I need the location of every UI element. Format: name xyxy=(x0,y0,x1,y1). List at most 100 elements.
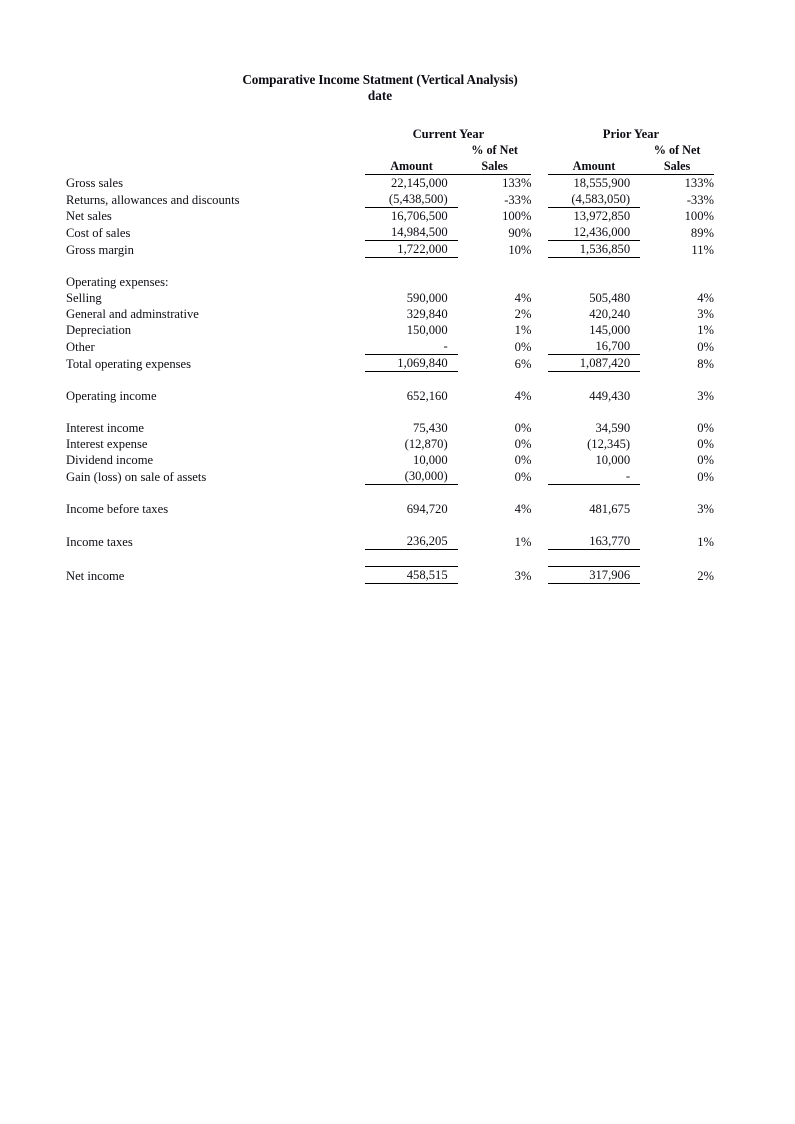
row-label: Operating expenses: xyxy=(66,275,169,289)
prior-year-percent xyxy=(640,274,714,290)
table-row: Interest income 75,430 0% 34,590 0% xyxy=(66,420,714,436)
row-label: Net sales xyxy=(66,209,112,223)
subheader-row-line2: Amount Sales Amount Sales xyxy=(66,158,714,175)
table-row: Gross margin 1,722,000 10% 1,536,850 11% xyxy=(66,240,714,258)
table-row: Gain (loss) on sale of assets (30,000) 0% -… xyxy=(66,468,714,485)
prior-year-amount: 420,240 xyxy=(589,307,631,321)
prior-year-percent: 3% xyxy=(697,389,714,403)
spacer-cell xyxy=(66,485,714,502)
subheader-amount-spacer-prior xyxy=(548,142,640,158)
table-row: Gross sales 22,145,000 133% 18,555,900 133% xyxy=(66,175,714,192)
income-statement-table: Current Year Prior Year % of Net % of Ne… xyxy=(66,122,714,584)
table-row: Selling 590,000 4% 505,480 4% xyxy=(66,290,714,306)
prior-year-amount: 481,675 xyxy=(589,502,631,516)
table-row: Other - 0% 16,700 0% xyxy=(66,338,714,355)
table-row: Depreciation 150,000 1% 145,000 1% xyxy=(66,322,714,338)
subheader-pct-line2-current: Sales xyxy=(457,158,532,175)
current-year-amount: 150,000 xyxy=(406,323,448,337)
row-label: Gross margin xyxy=(66,242,134,257)
column-gap xyxy=(531,322,547,338)
row-label: Depreciation xyxy=(66,323,132,337)
prior-year-amount: 34,590 xyxy=(595,421,631,435)
prior-year-percent: 0% xyxy=(697,421,714,435)
column-gap xyxy=(531,208,547,225)
title-block: Comparative Income Statment (Vertical An… xyxy=(0,72,760,104)
prior-year-percent: 8% xyxy=(697,356,714,371)
prior-year-amount: 163,770 xyxy=(547,533,641,550)
current-year-percent: 2% xyxy=(514,307,532,321)
prior-year-amount: - xyxy=(547,468,641,485)
current-year-amount: 329,840 xyxy=(406,307,448,321)
current-year-percent: -33% xyxy=(504,192,532,207)
table-row: Operating expenses: xyxy=(66,274,714,290)
spacer-row xyxy=(66,372,714,389)
prior-year-percent: 11% xyxy=(691,242,714,257)
subheader-amount-spacer-current xyxy=(365,142,457,158)
subheader-blank-2 xyxy=(66,158,365,175)
prior-year-percent: 3% xyxy=(697,502,714,516)
prior-year-amount: 18,555,900 xyxy=(573,176,631,190)
prior-year-percent: 0% xyxy=(697,469,714,484)
prior-year-percent: 0% xyxy=(697,453,714,467)
current-year-percent: 100% xyxy=(502,209,532,223)
spacer-cell xyxy=(66,404,714,420)
prior-year-percent: -33% xyxy=(686,192,714,207)
current-year-amount: (12,870) xyxy=(404,437,448,451)
subheader-pct-line1-current: % of Net xyxy=(471,143,518,157)
column-gap xyxy=(531,468,547,485)
group-header-row: Current Year Prior Year xyxy=(66,122,714,142)
group-header-current-year: Current Year xyxy=(412,127,485,141)
prior-year-percent: 4% xyxy=(697,291,714,305)
column-gap xyxy=(531,355,547,372)
prior-year-percent: 1% xyxy=(697,323,714,337)
prior-year-amount: 1,536,850 xyxy=(547,240,641,258)
current-year-amount: 694,720 xyxy=(406,502,448,516)
row-label: Income taxes xyxy=(66,534,133,549)
subheader-blank-1 xyxy=(66,142,365,158)
table-row: Operating income 652,160 4% 449,430 3% xyxy=(66,388,714,404)
group-header-prior-year: Prior Year xyxy=(602,127,660,141)
prior-year-amount: (12,345) xyxy=(587,437,631,451)
spacer-cell xyxy=(66,258,714,275)
current-year-amount: 1,722,000 xyxy=(365,240,458,258)
subheader-gap-1 xyxy=(531,142,547,158)
current-year-amount: (5,438,500) xyxy=(365,191,458,208)
table-row: Cost of sales 14,984,500 90% 12,436,000 89% xyxy=(66,224,714,241)
current-year-amount: 75,430 xyxy=(413,421,448,435)
prior-year-amount: 1,087,420 xyxy=(547,354,641,372)
prior-year-amount: 12,436,000 xyxy=(547,224,641,241)
row-label: Total operating expenses xyxy=(66,356,192,371)
table-row: Net sales 16,706,500 100% 13,972,850 100% xyxy=(66,208,714,225)
current-year-percent: 90% xyxy=(508,225,532,240)
column-gap xyxy=(531,241,547,258)
prior-year-amount: (4,583,050) xyxy=(547,191,641,208)
current-year-percent: 1% xyxy=(514,323,532,337)
column-gap xyxy=(531,452,547,468)
spacer-row xyxy=(66,550,714,567)
current-year-amount: (30,000) xyxy=(365,468,458,485)
prior-year-amount: 13,972,850 xyxy=(573,209,631,223)
column-gap xyxy=(531,436,547,452)
current-year-percent: 4% xyxy=(514,389,532,403)
group-header-blank xyxy=(66,122,365,142)
current-year-amount: 652,160 xyxy=(406,389,448,403)
table-row: Interest expense (12,870) 0% (12,345) 0% xyxy=(66,436,714,452)
column-gap xyxy=(531,175,547,192)
current-year-amount: 458,515 xyxy=(365,566,458,584)
subheader-amount-prior: Amount xyxy=(547,158,641,175)
column-gap xyxy=(531,224,547,241)
row-label: General and adminstrative xyxy=(66,307,199,321)
current-year-percent: 0% xyxy=(514,421,532,435)
prior-year-amount: 145,000 xyxy=(589,323,631,337)
row-label: Selling xyxy=(66,291,102,305)
spacer-cell xyxy=(66,372,714,389)
subheader-amount-current: Amount xyxy=(365,158,458,175)
current-year-amount: 10,000 xyxy=(413,453,448,467)
current-year-percent: 3% xyxy=(514,568,532,583)
table-row: Total operating expenses 1,069,840 6% 1,087… xyxy=(66,354,714,372)
subheader-row-line1: % of Net % of Net xyxy=(66,142,714,158)
current-year-percent: 0% xyxy=(514,469,532,484)
current-year-percent: 6% xyxy=(514,356,532,371)
prior-year-percent: 89% xyxy=(690,225,714,240)
current-year-amount: 1,069,840 xyxy=(365,354,458,372)
